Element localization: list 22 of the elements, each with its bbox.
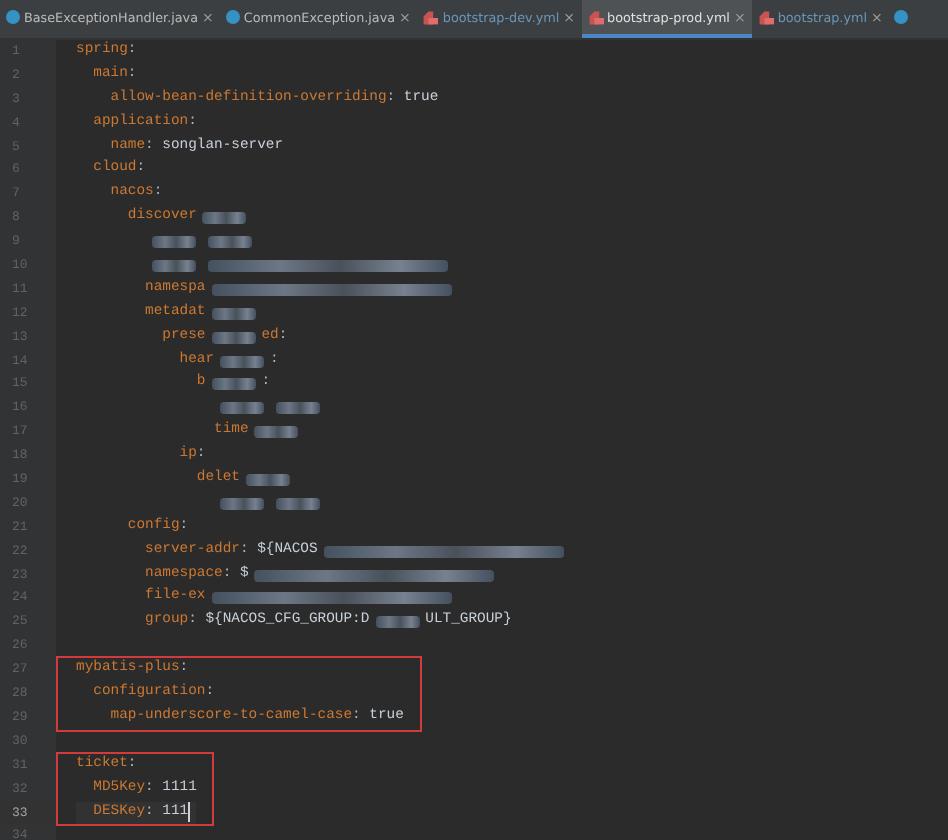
class-icon bbox=[6, 10, 20, 24]
blurred-text bbox=[220, 497, 264, 510]
class-icon bbox=[894, 10, 909, 24]
yaml-file-icon bbox=[757, 9, 774, 25]
blurred-text bbox=[220, 402, 264, 415]
blurred-text bbox=[245, 473, 290, 486]
blurred-text bbox=[202, 212, 247, 225]
blurred-text bbox=[207, 236, 251, 249]
blurred-text bbox=[211, 307, 256, 320]
blurred-text bbox=[211, 378, 256, 391]
blurred-text bbox=[220, 355, 265, 368]
blurred-text bbox=[151, 236, 195, 249]
blurred-text bbox=[254, 426, 299, 439]
blurred-text bbox=[276, 402, 320, 415]
blurred-text bbox=[151, 259, 195, 272]
blurred-text bbox=[375, 616, 420, 629]
text-cursor bbox=[188, 802, 191, 823]
class-icon bbox=[225, 10, 240, 24]
blurred-text bbox=[276, 497, 320, 510]
yaml-file-icon bbox=[587, 9, 604, 25]
blurred-text bbox=[211, 331, 256, 344]
yaml-file-icon bbox=[422, 9, 439, 25]
